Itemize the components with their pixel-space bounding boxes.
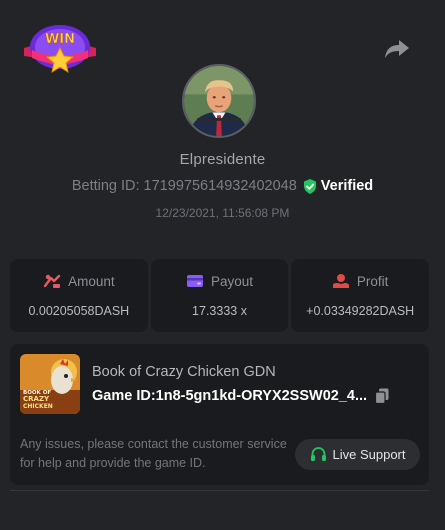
game-id: Game ID:1n8-5gn1kd-ORYX2SSW02_4...: [92, 388, 368, 404]
stat-amount-value: 0.00205058DASH: [28, 304, 130, 318]
payout-icon: [186, 275, 203, 287]
game-id-row: Game ID:1n8-5gn1kd-ORYX2SSW02_4...: [92, 388, 389, 404]
game-thumb-text-2: CRAZY: [23, 395, 50, 403]
stat-profit-value: +0.03349282DASH: [306, 304, 415, 318]
stat-profit: Profit +0.03349282DASH: [291, 259, 430, 332]
win-badge-icon: WIN: [22, 20, 98, 76]
avatar: [182, 64, 256, 138]
win-badge-text: WIN: [45, 32, 75, 47]
betting-id: Betting ID: 1719975614932402048: [71, 178, 297, 194]
bet-date: 12/23/2021, 11:56:08 PM: [155, 206, 290, 220]
stat-payout-value: 17.3333 x: [192, 304, 247, 318]
stat-payout: Payout 17.3333 x: [150, 259, 289, 332]
divider: [10, 490, 429, 491]
game-name: Book of Crazy Chicken GDN: [92, 364, 276, 380]
game-thumbnail[interactable]: BOOK OF CRAZY CHICKEN: [20, 354, 80, 414]
shield-check-icon: [303, 178, 316, 194]
live-support-label: Live Support: [332, 447, 406, 462]
share-icon[interactable]: [384, 38, 410, 60]
stats-row: Amount 0.00205058DASH Payout 17.3333 x P…: [10, 259, 430, 332]
game-thumb-text-3: CHICKEN: [23, 403, 53, 410]
stat-profit-label: Profit: [356, 273, 389, 289]
stat-payout-label: Payout: [210, 273, 254, 289]
verified-badge: Verified: [303, 178, 373, 194]
game-card: BOOK OF CRAZY CHICKEN Book of Crazy Chic…: [10, 344, 429, 485]
username: Elpresidente: [179, 151, 266, 168]
support-notice: Any issues, please contact the customer …: [20, 437, 287, 470]
headset-icon: [310, 447, 326, 461]
amount-icon: [43, 274, 61, 288]
copy-icon[interactable]: [375, 388, 389, 404]
verified-label: Verified: [320, 178, 374, 194]
betting-id-row: Betting ID: 1719975614932402048 Verified: [0, 178, 445, 194]
stat-amount: Amount 0.00205058DASH: [10, 259, 148, 332]
live-support-button[interactable]: Live Support: [295, 439, 420, 470]
stat-amount-label: Amount: [68, 273, 115, 289]
profit-icon: [332, 274, 349, 288]
